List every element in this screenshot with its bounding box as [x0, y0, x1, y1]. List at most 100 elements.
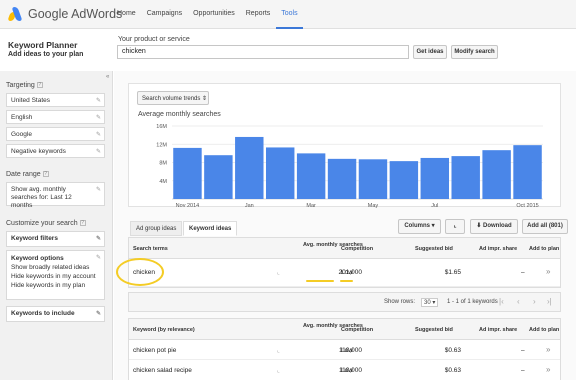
date-range-selector[interactable]: Show avg. monthly searches for: Last 12 … — [6, 182, 105, 209]
pencil-icon: ✎ — [95, 311, 101, 317]
modify-search-button[interactable]: Modify search — [451, 45, 498, 59]
trend-chart-icon[interactable]: ⌞ — [277, 269, 280, 276]
table-row: chicken salad recipe ⌞ 110,000 Low $0.63… — [129, 360, 560, 380]
ad-impr-share-value: – — [521, 269, 525, 276]
chart-bar-mar-2015[interactable] — [296, 153, 326, 199]
top-nav: Home Campaigns Opportunities Reports Too… — [112, 0, 304, 29]
tab-ad-group-ideas[interactable]: Ad group ideas — [130, 221, 183, 236]
logo-text: Google AdWords — [28, 7, 123, 21]
product-input[interactable]: chicken — [117, 45, 409, 59]
nav-campaigns[interactable]: Campaigns — [142, 0, 187, 29]
header-ad-impr-share[interactable]: Ad impr. share — [479, 246, 517, 252]
customize-heading: Customize your search? — [6, 220, 86, 227]
rows-value: 30 — [424, 300, 431, 306]
page-subtitle: Add ideas to your plan — [8, 51, 84, 58]
header-keyword[interactable]: Keyword (by relevance) — [133, 327, 195, 333]
last-page-icon[interactable]: ›| — [547, 297, 552, 306]
chart-bar-sep-2015[interactable] — [482, 150, 511, 199]
trend-chart-icon[interactable]: ⌞ — [277, 367, 280, 374]
highlight-underline — [306, 280, 334, 282]
download-icon: ⬇ — [476, 223, 482, 229]
prev-page-icon[interactable]: ‹ — [517, 297, 520, 306]
keyword-cell: chicken salad recipe — [133, 367, 192, 374]
nav-home[interactable]: Home — [112, 0, 141, 29]
chart-toggle-button[interactable]: ⌞ — [445, 219, 465, 234]
chart-bar-may-2015[interactable] — [358, 159, 388, 199]
collapse-sidebar-icon[interactable]: « — [106, 74, 109, 80]
chart-bar-oct-2015[interactable] — [513, 145, 542, 199]
x-tick-label: Mar — [306, 203, 316, 208]
pencil-icon: ✎ — [95, 236, 101, 242]
competition-value: Low — [341, 269, 353, 276]
y-tick-label: 12M — [156, 142, 167, 148]
keyword-ideas-table: Keyword (by relevance) Avg. monthly sear… — [128, 318, 561, 380]
add-to-plan-icon[interactable]: » — [546, 345, 550, 354]
keyword-options[interactable]: Keyword options Show broadly related ide… — [6, 250, 105, 300]
trend-selector[interactable]: Search volume trends ⇕ — [137, 91, 209, 105]
columns-button[interactable]: Columns ▾ — [398, 219, 441, 234]
adwords-logo[interactable]: Google AdWords — [7, 6, 123, 22]
trend-chart-icon[interactable]: ⌞ — [277, 347, 280, 354]
add-to-plan-icon[interactable]: » — [546, 267, 550, 276]
targeting-network-label: Google — [11, 131, 32, 138]
targeting-language-label: English — [11, 114, 33, 121]
download-button[interactable]: ⬇ Download — [470, 219, 518, 234]
chart-bar-jul-2015[interactable] — [420, 157, 450, 199]
trend-selector-label: Search volume trends — [142, 96, 201, 102]
targeting-negative-keywords[interactable]: Negative keywords ✎ — [6, 144, 105, 158]
chart-bar-nov-2014[interactable] — [173, 147, 202, 199]
header-suggested-bid[interactable]: Suggested bid — [415, 246, 453, 252]
header-search-terms[interactable]: Search terms — [133, 246, 168, 252]
date-range-value: Show avg. monthly searches for: Last 12 … — [11, 186, 72, 209]
ad-impr-share-value: – — [521, 367, 525, 374]
targeting-language[interactable]: English ✎ — [6, 110, 105, 124]
nav-opportunities[interactable]: Opportunities — [188, 0, 240, 29]
keyword-options-title: Keyword options — [11, 255, 64, 262]
date-range-label: Date range — [6, 171, 41, 178]
header-add-to-plan: Add to plan — [529, 246, 560, 252]
chart-bar-apr-2015[interactable] — [327, 158, 357, 199]
targeting-location[interactable]: United States ✎ — [6, 93, 105, 107]
header-competition[interactable]: Competition — [341, 327, 373, 333]
x-tick-label: May — [368, 203, 379, 208]
pencil-icon: ✎ — [95, 132, 101, 138]
help-icon[interactable]: ? — [79, 220, 86, 227]
nav-tools[interactable]: Tools — [276, 0, 303, 29]
table-row: chicken pot pie ⌞ 110,000 Low $0.63 – » — [129, 340, 560, 360]
tab-keyword-ideas[interactable]: Keyword ideas — [183, 221, 238, 236]
chart-bar-feb-2015[interactable] — [265, 147, 295, 199]
header-ad-impr-share[interactable]: Ad impr. share — [479, 327, 517, 333]
chart-bar-aug-2015[interactable] — [451, 156, 480, 199]
competition-value: Low — [341, 347, 353, 354]
header-suggested-bid[interactable]: Suggested bid — [415, 327, 453, 333]
nav-reports[interactable]: Reports — [241, 0, 276, 29]
chart-bar-dec-2014[interactable] — [204, 155, 233, 199]
rows-select[interactable]: 30 ▾ — [421, 298, 439, 307]
keywords-to-include[interactable]: Keywords to include ✎ — [6, 306, 105, 322]
show-rows-label: Show rows: — [384, 299, 416, 305]
add-to-plan-icon[interactable]: » — [546, 365, 550, 374]
table-header: Search terms Avg. monthly searches Compe… — [129, 238, 560, 259]
first-page-icon[interactable]: |‹ — [499, 297, 504, 306]
add-all-button[interactable]: Add all (801) — [522, 219, 568, 234]
help-icon[interactable]: ? — [36, 82, 43, 89]
help-icon[interactable]: ? — [42, 171, 49, 178]
get-ideas-button[interactable]: Get ideas — [413, 45, 447, 59]
targeting-heading: Targeting? — [6, 82, 43, 89]
date-range-heading: Date range? — [6, 171, 49, 178]
chart-bar-jan-2015[interactable] — [235, 136, 264, 199]
download-label: Download — [483, 223, 512, 229]
dropdown-arrow-icon: ⇕ — [202, 96, 208, 102]
suggested-bid-value: $1.65 — [444, 269, 461, 276]
negative-keywords-label: Negative keywords — [11, 148, 66, 155]
top-bar: Google AdWords Home Campaigns Opportunit… — [0, 0, 576, 29]
next-page-icon[interactable]: › — [533, 297, 536, 306]
header-competition[interactable]: Competition — [341, 246, 373, 252]
targeting-network[interactable]: Google ✎ — [6, 127, 105, 141]
ad-impr-share-value: – — [521, 347, 525, 354]
pencil-icon: ✎ — [95, 149, 101, 155]
y-tick-label: 8M — [159, 161, 167, 167]
search-volume-chart: 4M 8M 12M 16M Nov 2014 Jan Mar May Jul Oct 2015 — [156, 124, 543, 208]
chart-bar-jun-2015[interactable] — [389, 161, 419, 199]
keyword-filters[interactable]: Keyword filters ✎ — [6, 231, 105, 247]
